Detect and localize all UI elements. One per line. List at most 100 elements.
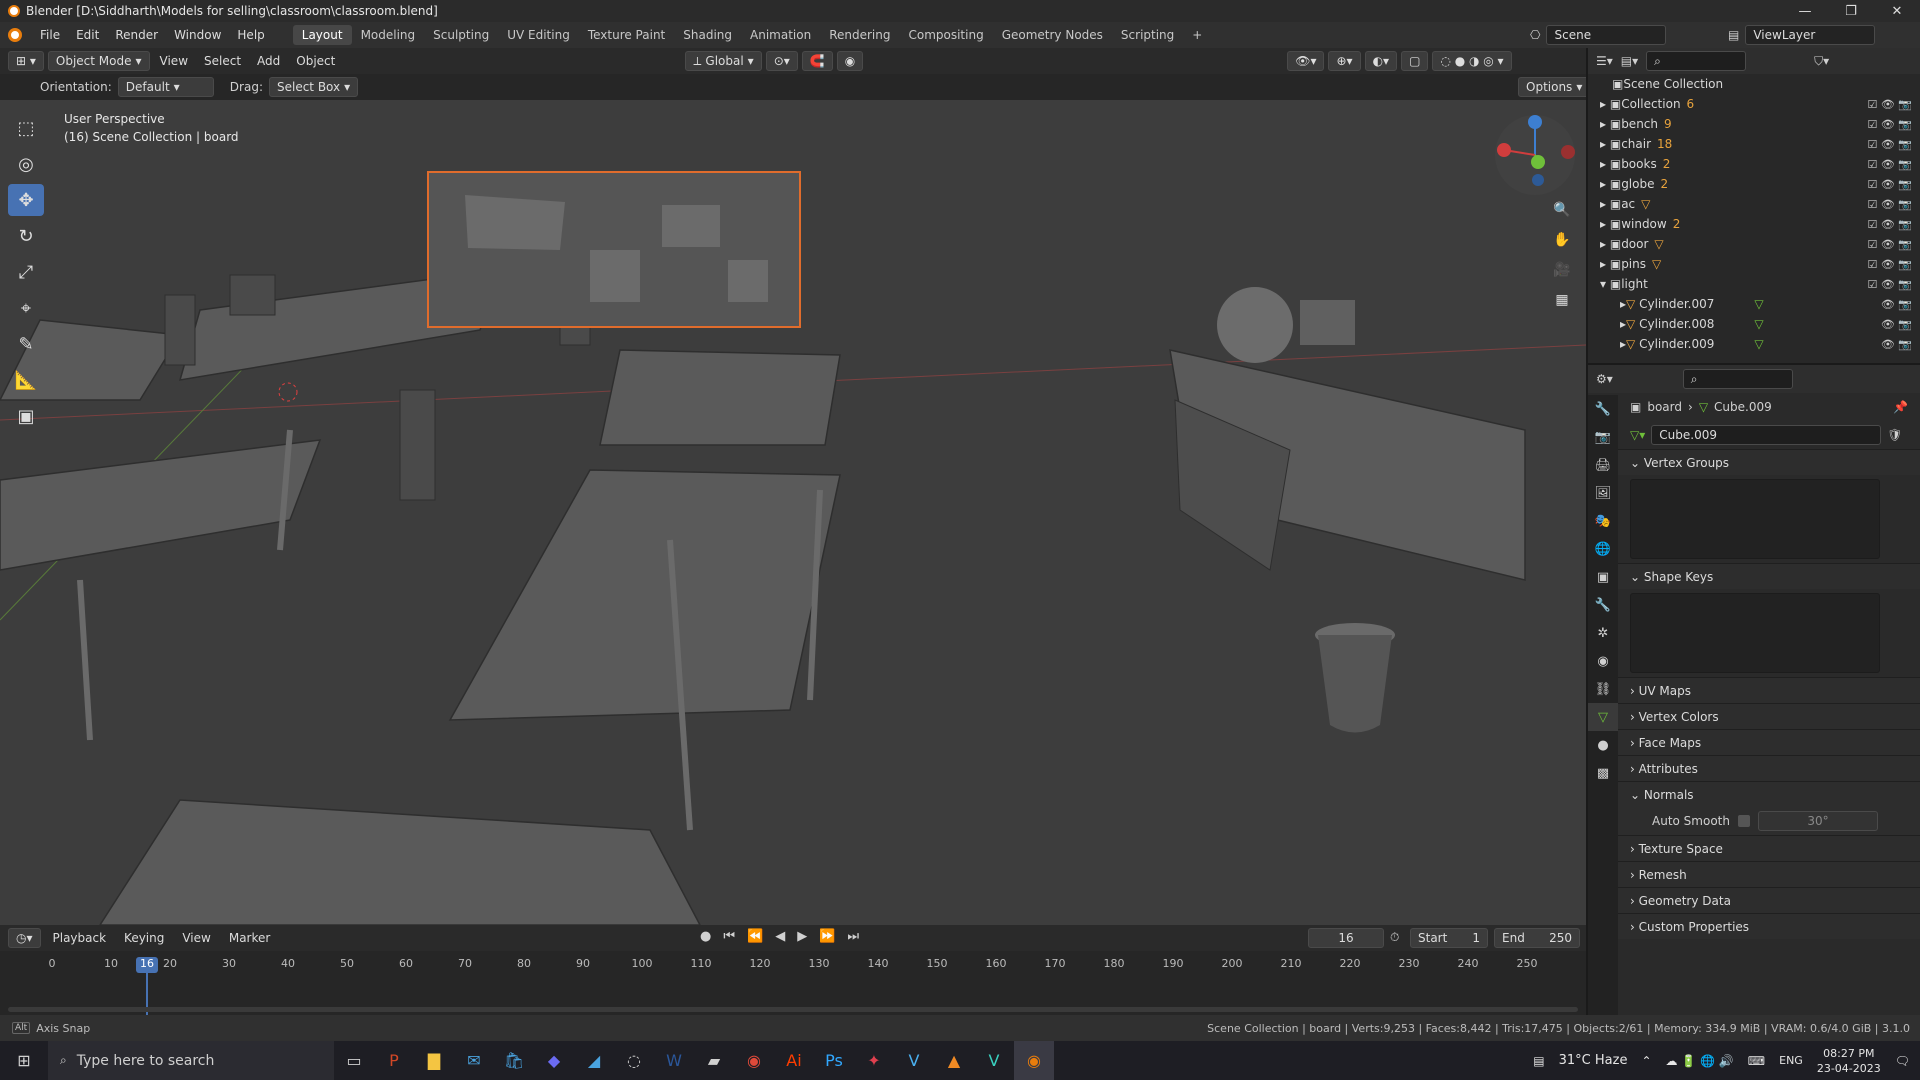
app-icon-6[interactable]: V [894,1041,934,1080]
cursor-icon[interactable]: ◎ [8,148,44,180]
preview-range-icon[interactable]: ⏱ [1390,930,1399,945]
app-icon-5[interactable]: ✦ [854,1041,894,1080]
menu-playback[interactable]: Playback [47,931,113,945]
scene-tab-icon[interactable]: 🎭 [1588,507,1618,535]
mesh-data-tab-icon[interactable]: ▽ [1588,703,1618,731]
editor-type-button[interactable]: ⊞ ▾ [8,51,44,71]
tab-modeling[interactable]: Modeling [352,25,425,45]
powerpoint-icon[interactable]: P [374,1041,414,1080]
render-tab-icon[interactable]: 📷 [1588,423,1618,451]
pivot-point-icon[interactable]: ⊙▾ [765,51,798,71]
taskbar-search-box[interactable]: ⌕ Type here to search [48,1041,334,1080]
close-icon[interactable]: ✕ [1874,0,1920,22]
prev-keyframe-icon[interactable]: ⏪ [747,929,763,944]
add-workspace-icon[interactable]: + [1183,25,1211,45]
tab-scripting[interactable]: Scripting [1112,25,1183,45]
playhead-indicator[interactable]: 16 [136,957,158,973]
app-icon-4[interactable]: ▰ [694,1041,734,1080]
visibility-toggles[interactable]: ☑ 👁 📷 [1867,178,1912,191]
menu-object[interactable]: Object [290,54,341,68]
photoshop-icon[interactable]: Ps [814,1041,854,1080]
panel-texture-space[interactable]: › Texture Space [1618,835,1920,861]
outliner-editor-icon[interactable]: ☰▾ [1596,54,1613,68]
properties-editor-icon[interactable]: ⚙▾ [1596,372,1613,386]
timeline-editor-icon[interactable]: ◷▾ [8,928,41,948]
move-icon[interactable]: ✥ [8,184,44,216]
outliner-item-light[interactable]: ▾ ▣ light ☑ 👁 📷 [1588,274,1920,294]
visibility-toggles[interactable]: ☑ 👁 📷 [1867,238,1912,251]
menu-marker[interactable]: Marker [223,931,276,945]
timeline-track[interactable]: 0 10 20 30 40 50 60 70 80 90 100 110 120 130 140 150 160… [0,951,1586,1015]
fake-user-icon[interactable]: 🛡 [1887,428,1902,442]
proportional-edit-icon[interactable]: ◉ [836,51,864,71]
mesh-name-field[interactable]: Cube.009 [1651,425,1882,445]
tab-animation[interactable]: Animation [741,25,820,45]
orientation-dropdown[interactable]: Default ▾ [117,77,214,97]
app-icon-2[interactable]: ◢ [574,1041,614,1080]
menu-select[interactable]: Select [198,54,247,68]
zoom-icon[interactable]: 🔍 [1548,196,1576,224]
display-mode-icon[interactable]: ▤▾ [1621,54,1638,68]
outliner-item-ac[interactable]: ▸ ▣ ac ▽ ☑ 👁 📷 [1588,194,1920,214]
keyboard-icon[interactable]: ⌨ [1748,1054,1765,1068]
store-icon[interactable]: 🛍 [494,1041,534,1080]
language-indicator[interactable]: ENG [1779,1054,1803,1067]
drag-dropdown[interactable]: Select Box ▾ [268,77,359,97]
visibility-toggles[interactable]: ☑ 👁 📷 [1867,218,1912,231]
outliner-item-collection[interactable]: ▸ ▣ Collection 6 ☑ 👁 📷 [1588,94,1920,114]
panel-face-maps[interactable]: › Face Maps [1618,729,1920,755]
visibility-toggles[interactable]: ☑ 👁 📷 [1867,98,1912,111]
select-box-icon[interactable]: ⬚ [8,112,44,144]
properties-search-input[interactable]: ⌕ [1682,369,1793,389]
tab-uv-editing[interactable]: UV Editing [498,25,579,45]
outliner-item-window[interactable]: ▸ ▣ window 2 ☑ 👁 📷 [1588,214,1920,234]
output-tab-icon[interactable]: 🖨 [1588,451,1618,479]
camera-icon[interactable]: 🎥 [1548,256,1576,284]
snap-icon[interactable]: 🧲 [801,51,833,71]
word-icon[interactable]: W [654,1041,694,1080]
record-icon[interactable]: ● [700,929,711,944]
visibility-toggles[interactable]: ☑ 👁 📷 [1867,258,1912,271]
outliner-item-pins[interactable]: ▸ ▣ pins ▽ ☑ 👁 📷 [1588,254,1920,274]
gizmo-toggle-icon[interactable]: ⊕▾ [1328,51,1361,71]
visibility-toggles[interactable]: ☑ 👁 📷 [1867,118,1912,131]
view-layer-icon[interactable]: ▤ [1728,28,1739,42]
visibility-toggles[interactable]: 👁 📷 [1881,318,1912,331]
outliner-item-chair[interactable]: ▸ ▣ chair 18 ☑ 👁 📷 [1588,134,1920,154]
perspective-grid-icon[interactable]: ▦ [1548,286,1576,314]
panel-remesh[interactable]: › Remesh [1618,861,1920,887]
physics-tab-icon[interactable]: ◉ [1588,647,1618,675]
rotate-icon[interactable]: ↻ [8,220,44,252]
timeline-scrollbar[interactable] [8,1007,1578,1012]
add-cube-icon[interactable]: ▣ [8,400,44,432]
outliner-item-books[interactable]: ▸ ▣ books 2 ☑ 👁 📷 [1588,154,1920,174]
panel-normals[interactable]: ⌄ Normals [1618,781,1920,807]
overlay-toggle-icon[interactable]: ◐▾ [1364,51,1398,71]
outliner-search-input[interactable]: ⌕ [1646,51,1747,71]
xray-toggle-icon[interactable]: ▢ [1401,51,1429,71]
tab-sculpting[interactable]: Sculpting [424,25,498,45]
clock[interactable]: 08:27 PM 23-04-2023 [1817,1046,1881,1076]
illustrator-icon[interactable]: Ai [774,1041,814,1080]
annotate-icon[interactable]: ✎ [8,328,44,360]
tab-texture-paint[interactable]: Texture Paint [579,25,674,45]
blender-menu-icon[interactable] [8,28,22,42]
blender-taskbar-icon[interactable]: ◉ [1014,1041,1054,1080]
texture-tab-icon[interactable]: ▩ [1588,759,1618,787]
panel-custom-properties[interactable]: › Custom Properties [1618,913,1920,939]
app-icon[interactable]: ◆ [534,1041,574,1080]
tab-compositing[interactable]: Compositing [899,25,992,45]
constraints-tab-icon[interactable]: ⛓ [1588,675,1618,703]
view-layer-selector[interactable]: ViewLayer [1745,25,1876,45]
transform-icon[interactable]: ⌖ [8,292,44,324]
current-frame-field[interactable]: 16 [1308,928,1384,948]
weather-text[interactable]: 31°C Haze [1559,1053,1628,1068]
file-explorer-icon[interactable]: ▇ [414,1041,454,1080]
panel-shape-keys[interactable]: ⌄ Shape Keys [1618,563,1920,589]
app-icon-7[interactable]: V [974,1041,1014,1080]
play-reverse-icon[interactable]: ◀ [775,929,785,944]
menu-timeline-view[interactable]: View [176,931,216,945]
visibility-icon[interactable]: 👁▾ [1287,51,1325,71]
material-tab-icon[interactable]: ● [1588,731,1618,759]
tray-chevron-icon[interactable]: ⌃ [1641,1054,1651,1068]
